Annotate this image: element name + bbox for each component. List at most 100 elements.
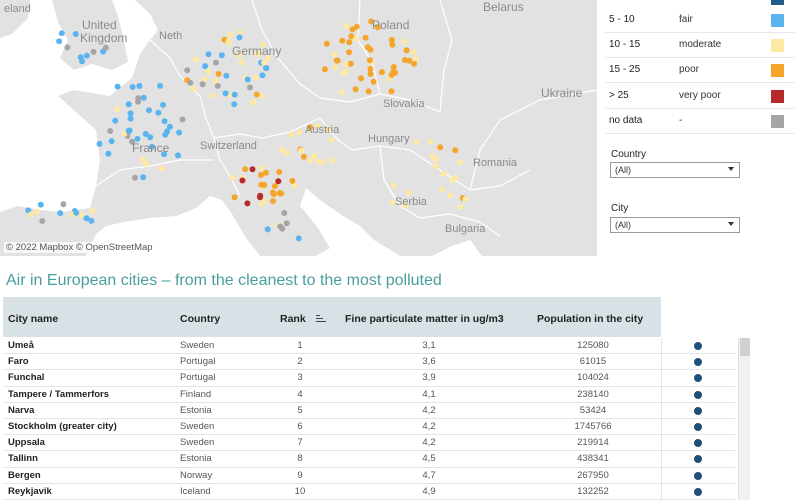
pollution-map[interactable]: eland United Kingdom Neth Germany Poland… [0,0,597,256]
city-marker[interactable] [352,35,359,42]
city-marker[interactable] [129,84,136,90]
city-marker[interactable] [89,207,96,214]
city-marker[interactable] [296,129,303,136]
city-filter-dropdown[interactable]: (All) [610,217,740,233]
city-marker[interactable] [201,76,208,83]
city-marker[interactable] [338,89,345,96]
city-marker[interactable] [333,57,340,64]
city-marker[interactable] [264,226,271,233]
city-marker[interactable] [58,30,65,37]
city-marker[interactable] [378,69,385,76]
city-marker[interactable] [161,118,168,125]
city-marker[interactable] [179,116,186,123]
city-marker[interactable] [244,200,251,207]
city-marker[interactable] [389,41,396,48]
city-marker[interactable] [140,94,147,101]
table-row[interactable]: Bergen Norway 9 4,7 267950 [3,468,735,484]
city-marker[interactable] [413,138,420,145]
city-marker[interactable] [231,194,238,201]
city-marker[interactable] [37,201,44,208]
city-marker[interactable] [231,91,238,98]
city-marker[interactable] [28,211,35,218]
city-marker[interactable] [209,92,216,99]
map-attribution[interactable]: © 2022 Mapbox © OpenStreetMap [4,242,155,253]
city-marker[interactable] [316,158,323,165]
city-marker[interactable] [346,39,353,46]
city-marker[interactable] [125,128,132,134]
city-marker[interactable] [284,150,291,157]
city-marker[interactable] [329,157,336,164]
city-marker[interactable] [339,37,346,44]
city-marker[interactable] [331,51,338,58]
city-marker[interactable] [403,47,410,54]
city-marker[interactable] [279,146,286,153]
city-marker[interactable] [391,182,397,189]
city-marker[interactable] [250,99,257,106]
city-marker[interactable] [283,220,290,227]
city-marker[interactable] [452,147,459,154]
city-marker[interactable] [457,203,464,210]
city-marker[interactable] [236,34,243,41]
city-marker[interactable] [190,85,197,92]
city-marker[interactable] [83,52,90,59]
city-marker[interactable] [114,83,121,90]
city-marker[interactable] [263,65,270,72]
city-marker[interactable] [462,196,469,203]
city-marker[interactable] [96,140,103,147]
city-marker[interactable] [90,48,97,55]
city-marker[interactable] [347,60,354,67]
city-marker[interactable] [342,61,349,68]
row-marker-dot[interactable] [694,358,702,367]
column-header-fine-particulate-matter[interactable]: Fine particulate matter in ug/m3 [345,313,504,325]
city-marker[interactable] [64,44,71,51]
city-marker[interactable] [276,168,283,175]
table-row[interactable]: Uppsala Sweden 7 4,2 219914 [3,435,735,452]
city-marker[interactable] [249,166,256,173]
city-marker[interactable] [187,79,194,86]
city-marker[interactable] [105,150,112,157]
city-marker[interactable] [437,144,444,151]
city-marker[interactable] [401,38,408,45]
city-marker[interactable] [332,64,339,71]
city-marker[interactable] [223,72,230,79]
city-marker[interactable] [229,174,236,181]
city-marker[interactable] [72,31,79,37]
city-marker[interactable] [340,69,347,76]
city-marker[interactable] [367,46,374,53]
table-row[interactable]: Tampere / Tammerfors Finland 4 4,1 23814… [3,387,735,403]
city-marker[interactable] [447,192,454,199]
city-marker[interactable] [157,82,164,89]
city-marker[interactable] [39,218,46,224]
city-marker[interactable] [160,101,166,108]
city-marker[interactable] [298,147,304,154]
city-marker[interactable] [125,101,132,108]
city-marker[interactable] [406,189,413,196]
city-marker[interactable] [244,76,251,83]
row-marker-dot[interactable] [694,487,702,496]
city-marker[interactable] [112,117,119,124]
column-header-rank[interactable]: Rank [280,313,306,325]
city-marker[interactable] [108,138,115,145]
city-marker[interactable] [102,44,109,51]
city-marker[interactable] [127,115,134,122]
city-marker[interactable] [353,23,360,30]
city-marker[interactable] [227,31,234,38]
city-marker[interactable] [281,210,288,216]
city-marker[interactable] [155,109,162,116]
column-header-population[interactable]: Population in the city [537,313,643,325]
row-marker-dot[interactable] [694,374,702,383]
city-marker[interactable] [242,166,249,173]
city-marker[interactable] [192,56,199,63]
city-marker[interactable] [231,101,238,108]
city-marker[interactable] [258,181,265,188]
city-marker[interactable] [279,225,286,232]
city-marker[interactable] [277,190,284,197]
city-marker[interactable] [321,66,328,73]
city-marker[interactable] [34,208,40,215]
city-marker[interactable] [457,159,464,166]
city-marker[interactable] [136,83,143,89]
city-marker[interactable] [366,57,373,64]
city-marker[interactable] [427,138,434,145]
city-marker[interactable] [275,178,282,185]
city-marker[interactable] [218,52,225,59]
